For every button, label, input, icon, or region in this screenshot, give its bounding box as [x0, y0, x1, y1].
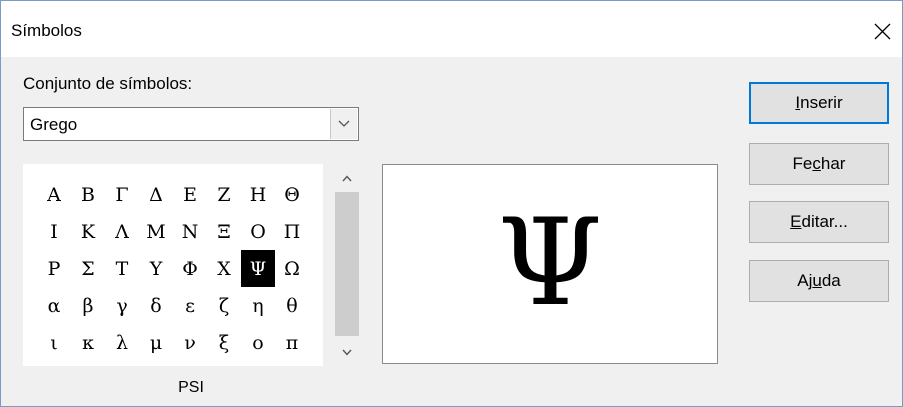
symbol-cell[interactable]: Α: [37, 176, 71, 213]
symbol-cell[interactable]: Ξ: [207, 213, 241, 250]
character-name: PSI: [178, 379, 204, 396]
dropdown-button[interactable]: [330, 109, 357, 139]
chevron-down-icon: [342, 349, 352, 356]
symbols-dialog: Símbolos Conjunto de símbolos: Grego ΑΒΓ…: [0, 0, 903, 407]
symbol-cell[interactable]: Σ: [71, 250, 105, 287]
symbol-set-value: Grego: [30, 115, 78, 134]
symbol-cell[interactable]: α: [37, 287, 71, 324]
symbol-cell[interactable]: η: [241, 287, 275, 324]
symbol-cell[interactable]: Ε: [173, 176, 207, 213]
chevron-down-icon: [338, 120, 350, 127]
help-accesskey: u: [812, 271, 822, 290]
symbol-cell[interactable]: Δ: [139, 176, 173, 213]
symbol-cell[interactable]: π: [275, 324, 309, 361]
symbol-cell[interactable]: Χ: [207, 250, 241, 287]
symbol-cell[interactable]: θ: [275, 287, 309, 324]
symbol-cell[interactable]: Β: [71, 176, 105, 213]
symbol-cell[interactable]: ς: [71, 361, 105, 366]
scroll-thumb[interactable]: [335, 192, 359, 336]
symbol-cell[interactable]: ζ: [207, 287, 241, 324]
help-label-pre: Aj: [797, 271, 813, 290]
symbol-set-label: Conjunto de símbolos:: [23, 74, 193, 93]
edit-button[interactable]: Editar...: [749, 201, 889, 243]
symbol-cell[interactable]: Ω: [275, 250, 309, 287]
symbol-cell[interactable]: Κ: [71, 213, 105, 250]
symbol-cell[interactable]: ξ: [207, 324, 241, 361]
edit-accesskey: E: [790, 212, 802, 231]
symbol-set-dropdown[interactable]: Grego: [23, 107, 359, 141]
symbol-cell[interactable]: Ζ: [207, 176, 241, 213]
symbol-cell[interactable]: Ο: [241, 213, 275, 250]
symbol-cell[interactable]: ψ: [275, 361, 309, 366]
symbol-cell[interactable]: μ: [139, 324, 173, 361]
help-button[interactable]: Aj u da: [749, 260, 889, 302]
symbol-cell[interactable]: ο: [241, 324, 275, 361]
close-label-pre: Fe: [792, 154, 813, 173]
symbol-cell[interactable]: ν: [173, 324, 207, 361]
symbol-cell[interactable]: χ: [241, 361, 275, 366]
symbol-grid-scrollbar[interactable]: [334, 164, 360, 366]
close-accesskey: c: [812, 154, 821, 173]
edit-label-post: ditar...: [801, 212, 848, 231]
symbol-grid-cells: ΑΒΓΔΕΖΗΘ ΙΚΛΜΝΞΟΠ ΡΣΤΥΦΧΨΩαβγδεζηθ ικλμνξοπ…: [37, 176, 309, 366]
title-bar: Símbolos: [1, 1, 902, 57]
symbol-cell[interactable]: Υ: [139, 250, 173, 287]
close-icon: [874, 23, 890, 39]
symbol-cell[interactable]: β: [71, 287, 105, 324]
scroll-up-button[interactable]: [334, 164, 360, 192]
window-title: Símbolos: [11, 21, 82, 40]
symbol-cell[interactable]: ε: [173, 287, 207, 324]
symbol-cell[interactable]: Φ: [173, 250, 207, 287]
insert-label-post: nserir: [800, 93, 843, 112]
scroll-down-button[interactable]: [334, 338, 360, 366]
symbol-cell[interactable]: Μ: [139, 213, 173, 250]
symbol-cell[interactable]: ρ: [37, 361, 71, 366]
close-label-post: har: [820, 154, 846, 173]
symbol-cell[interactable]: Ν: [173, 213, 207, 250]
close-button[interactable]: Fe c har: [749, 143, 889, 185]
symbol-cell[interactable]: γ: [105, 287, 139, 324]
symbol-cell[interactable]: τ: [139, 361, 173, 366]
symbol-cell[interactable]: Π: [275, 213, 309, 250]
symbol-grid[interactable]: ΑΒΓΔΕΖΗΘ ΙΚΛΜΝΞΟΠ ΡΣΤΥΦΧΨΩαβγδεζηθ ικλμνξοπ…: [23, 164, 323, 366]
symbol-cell[interactable]: ι: [37, 324, 71, 361]
chevron-up-icon: [342, 174, 352, 181]
symbol-cell[interactable]: Τ: [105, 250, 139, 287]
symbol-cell-selected[interactable]: Ψ: [241, 250, 275, 287]
symbol-cell[interactable]: φ: [207, 361, 241, 366]
symbol-preview: Ψ: [382, 164, 718, 364]
symbol-cell[interactable]: Θ: [275, 176, 309, 213]
symbol-cell[interactable]: δ: [139, 287, 173, 324]
symbol-cell[interactable]: Ρ: [37, 250, 71, 287]
symbol-cell[interactable]: λ: [105, 324, 139, 361]
preview-glyph: Ψ: [497, 194, 603, 333]
symbol-cell[interactable]: Ι: [37, 213, 71, 250]
symbol-cell[interactable]: Λ: [105, 213, 139, 250]
symbol-cell[interactable]: υ: [173, 361, 207, 366]
symbol-cell[interactable]: κ: [71, 324, 105, 361]
symbol-cell[interactable]: Η: [241, 176, 275, 213]
close-window-button[interactable]: [862, 11, 902, 51]
insert-button[interactable]: Inserir: [749, 82, 889, 124]
symbol-cell[interactable]: Γ: [105, 176, 139, 213]
symbol-cell[interactable]: σ: [105, 361, 139, 366]
help-label-post: da: [821, 271, 841, 290]
